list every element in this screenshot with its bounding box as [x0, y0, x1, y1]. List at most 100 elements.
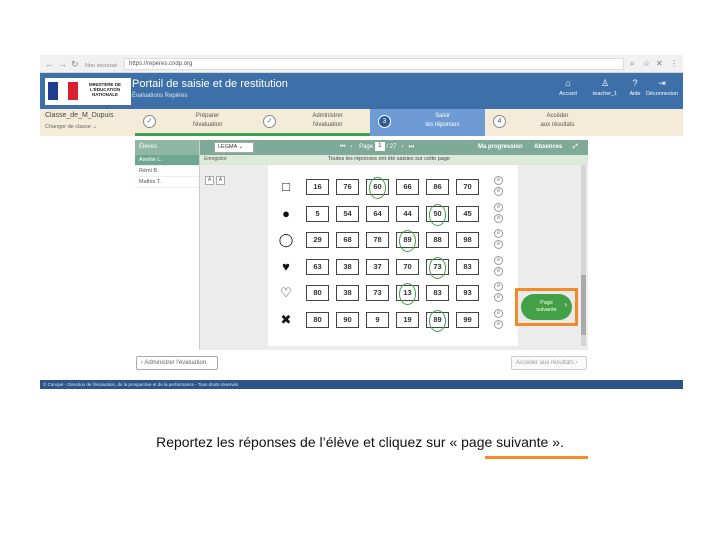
- nav-home[interactable]: ⌂ Accueil: [548, 78, 588, 97]
- answer-cell[interactable]: 64: [366, 205, 389, 222]
- no-answer-icon[interactable]: ⊘: [494, 240, 503, 249]
- no-answer-icon[interactable]: ⊘: [494, 293, 503, 302]
- no-answer-icon[interactable]: ⊘: [494, 282, 503, 291]
- expand-icon[interactable]: ⤢: [573, 142, 578, 153]
- answer-cell[interactable]: 45: [456, 205, 479, 222]
- step-prepare[interactable]: ✓ Préparer l'évaluation: [135, 109, 250, 136]
- scrollbar[interactable]: [581, 165, 586, 346]
- entry-panel: Élèves Amélie L. Rémi B. Mathis T. LEGMA…: [135, 140, 588, 350]
- grid-row: ♥ 63 38 37 70 73 83 ⊘ ⊘: [268, 255, 518, 279]
- square-icon: □: [282, 179, 290, 194]
- no-answer-icon[interactable]: ⊘: [494, 187, 503, 196]
- go-to-results-button[interactable]: Accéder aux résultats ›: [511, 356, 587, 370]
- student-item[interactable]: Rémi B.: [135, 166, 199, 177]
- answer-cell[interactable]: 16: [306, 179, 329, 195]
- answer-cell-selected[interactable]: 13: [396, 283, 419, 305]
- last-page-icon[interactable]: ⏭: [409, 144, 414, 150]
- step-enter-answers[interactable]: 3 Saisir les réponses: [370, 109, 485, 136]
- answer-cell[interactable]: 19: [396, 311, 419, 328]
- copyright-footer: © Canopé - Direction de l'évaluation, de…: [40, 380, 683, 389]
- answer-cell[interactable]: 66: [396, 179, 419, 195]
- absence-toggle[interactable]: A: [205, 176, 214, 185]
- cross-icon: ✖: [280, 311, 292, 327]
- answer-cell[interactable]: 90: [336, 311, 359, 328]
- answer-cell[interactable]: 63: [306, 258, 329, 275]
- no-answer-icon[interactable]: ⊘: [494, 308, 503, 318]
- answer-cell-selected[interactable]: 89: [426, 309, 449, 332]
- answer-cell[interactable]: 88: [426, 232, 449, 248]
- no-answer-icon[interactable]: ⊘: [494, 202, 503, 212]
- answer-cell[interactable]: 78: [366, 232, 389, 248]
- next-page-highlight: Page suivante ›: [515, 288, 578, 326]
- instruction-caption: Reportez les réponses de l’élève et cliq…: [156, 434, 564, 450]
- search-icon[interactable]: ⌕: [630, 58, 634, 70]
- step-results[interactable]: 4 Accéder aux résultats: [485, 109, 600, 136]
- answer-cell[interactable]: 38: [336, 258, 359, 275]
- answer-cell[interactable]: 83: [426, 285, 449, 301]
- no-answer-icon[interactable]: ⊘: [494, 229, 503, 238]
- answer-cell[interactable]: 70: [456, 179, 479, 195]
- answer-cell[interactable]: 38: [336, 285, 359, 301]
- ministry-logo: MINISTÈRE DE L'ÉDUCATION NATIONALE: [45, 78, 131, 105]
- extension-icon[interactable]: ✕: [656, 58, 663, 70]
- back-to-administer-button[interactable]: ‹ Administrer l'évaluation: [136, 356, 218, 370]
- browser-toolbar: ← → ↻ Non sécurisé https://reperes.cndp.…: [40, 55, 683, 73]
- step-administer[interactable]: ✓ Administrer l'évaluation: [255, 109, 370, 136]
- no-answer-icon[interactable]: ⊘: [494, 266, 503, 276]
- page-input[interactable]: 1: [374, 142, 385, 151]
- answer-cell[interactable]: 76: [336, 179, 359, 195]
- first-page-icon[interactable]: ⏮: [340, 144, 345, 150]
- heart-outline-icon: ♡: [280, 285, 292, 300]
- answer-cell[interactable]: 9: [366, 311, 389, 328]
- url-bar[interactable]: https://reperes.cndp.org: [124, 58, 624, 70]
- page-label: Page: [359, 144, 374, 151]
- menu-icon[interactable]: ⋮: [670, 58, 678, 70]
- answer-cell-selected[interactable]: 89: [396, 230, 419, 252]
- student-item[interactable]: Mathis T.: [135, 177, 199, 188]
- answer-cell[interactable]: 5: [306, 205, 329, 222]
- answer-cell[interactable]: 83: [456, 258, 479, 275]
- next-page-icon[interactable]: ›: [401, 144, 403, 150]
- my-progress-button[interactable]: Ma progression: [478, 142, 523, 153]
- app-header: MINISTÈRE DE L'ÉDUCATION NATIONALE Porta…: [40, 73, 683, 109]
- pager: ⏮ ‹ Page 1 / 27 › ⏭: [340, 142, 414, 153]
- answer-cell[interactable]: 98: [456, 232, 479, 248]
- answer-cell[interactable]: 70: [396, 258, 419, 275]
- student-select[interactable]: LEGMA ⌄: [214, 142, 254, 153]
- absence-toggle[interactable]: A: [216, 176, 225, 185]
- nav-logout[interactable]: ⇥ Déconnexion: [642, 78, 682, 97]
- prev-page-icon[interactable]: ‹: [350, 144, 352, 150]
- page-total: / 27: [386, 144, 397, 151]
- change-class-link[interactable]: Changer de classe ⌄: [45, 124, 97, 130]
- answer-cell[interactable]: 29: [306, 232, 329, 248]
- answer-cell[interactable]: 80: [306, 311, 329, 328]
- no-answer-icon[interactable]: ⊘: [494, 176, 503, 185]
- absences-button[interactable]: Absences: [534, 142, 562, 153]
- answer-cell[interactable]: 54: [336, 205, 359, 222]
- next-page-button[interactable]: Page suivante ›: [521, 294, 572, 320]
- reload-icon[interactable]: ↻: [71, 58, 79, 70]
- answer-cell-selected[interactable]: 50: [426, 203, 449, 226]
- forward-arrow-icon[interactable]: →: [58, 58, 67, 70]
- no-answer-icon[interactable]: ⊘: [494, 319, 503, 329]
- grid-row: ✖ 80 90 9 19 89 99 ⊘ ⊘: [268, 308, 518, 332]
- answer-cell[interactable]: 37: [366, 258, 389, 275]
- answer-cell[interactable]: 44: [396, 205, 419, 222]
- no-answer-icon[interactable]: ⊘: [494, 255, 503, 265]
- app-subtitle: Évaluations Repères: [132, 93, 188, 99]
- answer-cell[interactable]: 93: [456, 285, 479, 301]
- answer-cell[interactable]: 99: [456, 311, 479, 328]
- marianne-flag-icon: [48, 82, 78, 100]
- student-item[interactable]: Amélie L.: [135, 155, 199, 166]
- answer-cell-selected[interactable]: 73: [426, 256, 449, 279]
- answer-cell[interactable]: 68: [336, 232, 359, 248]
- answer-cell[interactable]: 86: [426, 179, 449, 195]
- scrollbar-thumb[interactable]: [581, 275, 586, 335]
- answer-cell[interactable]: 73: [366, 285, 389, 301]
- star-icon[interactable]: ☆: [643, 58, 650, 70]
- saved-status: Enregistré: [204, 156, 227, 162]
- answer-cell[interactable]: 80: [306, 285, 329, 301]
- answer-cell-selected[interactable]: 60: [366, 177, 389, 199]
- back-arrow-icon[interactable]: ←: [45, 58, 54, 70]
- no-answer-icon[interactable]: ⊘: [494, 213, 503, 223]
